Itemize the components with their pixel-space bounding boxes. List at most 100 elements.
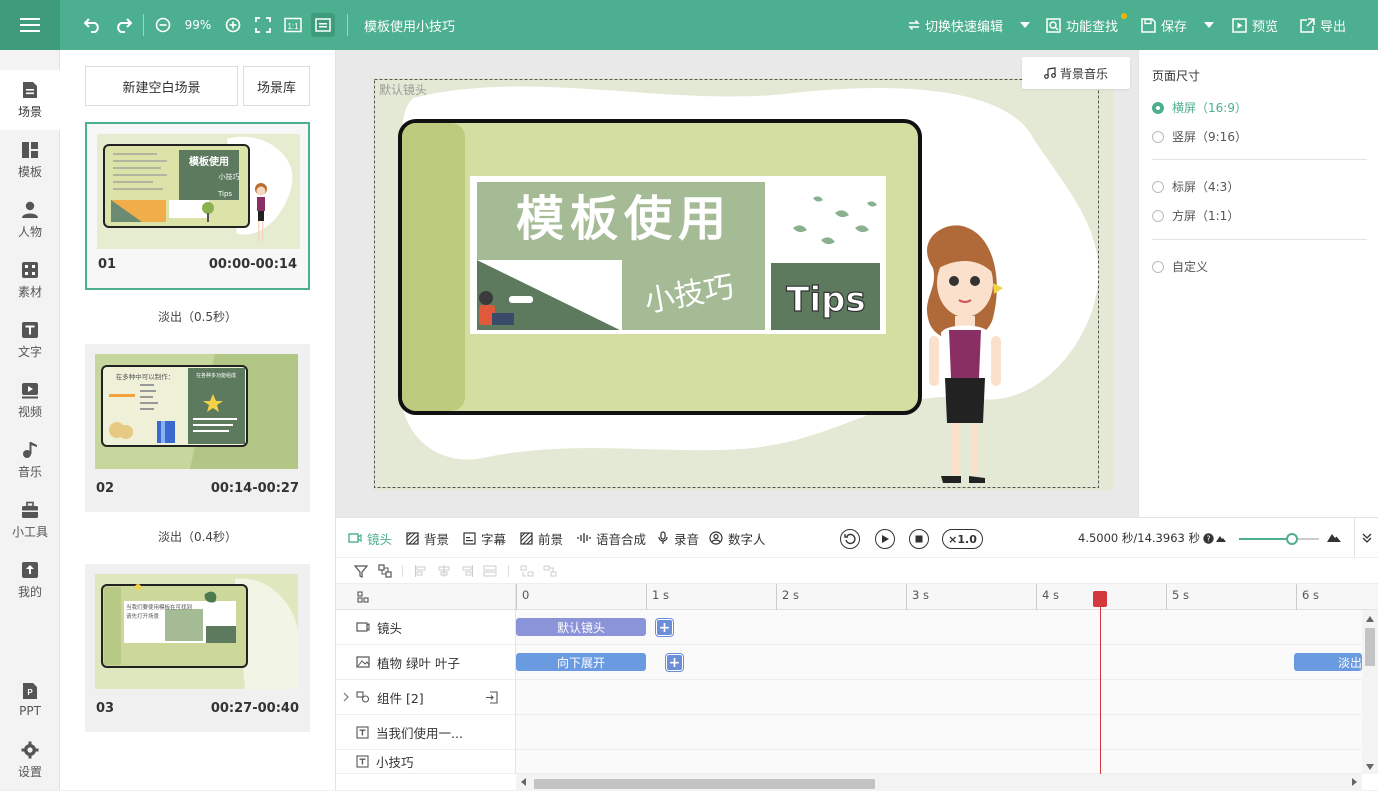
nav-settings[interactable]: 设置	[0, 730, 60, 790]
quick-edit-button[interactable]: 切换快速编辑	[908, 0, 1003, 50]
radio-button[interactable]	[1152, 101, 1164, 114]
chevron-right-icon[interactable]	[342, 692, 350, 702]
align-left-icon[interactable]	[414, 564, 428, 578]
tool-record[interactable]: 录音	[657, 518, 699, 558]
help-icon[interactable]: ?	[1203, 532, 1214, 544]
undo-button[interactable]	[82, 0, 104, 50]
align-center-icon[interactable]	[437, 564, 451, 578]
save-button[interactable]: 保存	[1141, 0, 1187, 50]
tool-digital-human[interactable]: 数字人	[709, 518, 766, 558]
new-blank-scene-button[interactable]: 新建空白场景	[85, 66, 238, 106]
feature-search-button[interactable]: 功能查找	[1046, 0, 1118, 50]
left-navigation: 场景 模板 人物 素材 文字 视频 音乐 小工具 我的 P PPT 设置	[0, 50, 60, 790]
playhead-line[interactable]	[1100, 595, 1101, 777]
radio-button[interactable]	[1152, 209, 1164, 222]
time-ruler[interactable]: 0 1 s 2 s 3 s 4 s 5 s 6 s	[516, 584, 1378, 610]
radio-button[interactable]	[1152, 180, 1164, 193]
merge-icon[interactable]	[543, 564, 557, 578]
nav-toolbox[interactable]: 小工具	[0, 490, 60, 550]
page-size-4-3[interactable]: 标屏（4:3）	[1152, 178, 1239, 195]
play-button[interactable]	[875, 529, 895, 549]
quick-edit-dropdown[interactable]	[1019, 0, 1031, 50]
vertical-scrollbar[interactable]	[1362, 610, 1378, 774]
animation-clip-out[interactable]: 淡出	[1294, 653, 1362, 671]
tool-camera[interactable]: 镜头	[348, 518, 392, 558]
export-button[interactable]: 导出	[1300, 0, 1346, 50]
playhead-handle[interactable]	[1093, 591, 1107, 607]
redo-button[interactable]	[112, 0, 134, 50]
nav-mine[interactable]: 我的	[0, 550, 60, 610]
zoom-out-button[interactable]	[153, 0, 173, 50]
animation-clip-in[interactable]: 向下展开	[516, 653, 646, 671]
tool-foreground[interactable]: 前景	[520, 518, 563, 558]
add-clip-button[interactable]: +	[656, 619, 673, 636]
timeline-zoom-slider[interactable]	[1286, 533, 1298, 545]
track-camera[interactable]: 镜头	[336, 610, 516, 645]
filter-icon[interactable]	[354, 564, 368, 578]
scene-card-1[interactable]: 模板使用 小技巧 Tips 01 00:00-00:14	[85, 122, 310, 290]
zoom-in-mountain-icon[interactable]	[1327, 532, 1341, 542]
scene-panel: 新建空白场景 场景库 模板使用 小技巧 Tips 01 00:00-00:14 …	[60, 50, 336, 790]
nav-template[interactable]: 模板	[0, 130, 60, 190]
fullscreen-button[interactable]	[253, 0, 273, 50]
track-row-plant[interactable]: 向下展开 + 淡出	[516, 645, 1362, 680]
scene-card-2[interactable]: 在多种中可以制作： 在各种多功能组成 02 00:14-00:27	[85, 344, 310, 512]
stop-button[interactable]	[909, 529, 929, 549]
tool-background[interactable]: 背景	[406, 518, 449, 558]
horizontal-scroll-thumb[interactable]	[534, 779, 875, 789]
vertical-scroll-thumb[interactable]	[1365, 628, 1375, 666]
playback-speed-button[interactable]: ×1.0	[942, 529, 983, 549]
zoom-out-mountain-icon[interactable]	[1216, 534, 1226, 542]
nav-video[interactable]: 视频	[0, 370, 60, 430]
zoom-in-button[interactable]	[223, 0, 243, 50]
track-text-2[interactable]: 小技巧	[336, 750, 516, 774]
page-size-custom[interactable]: 自定义	[1152, 258, 1208, 275]
nav-material[interactable]: 素材	[0, 250, 60, 310]
scene-transition[interactable]: 淡出（0.5秒）	[85, 308, 310, 325]
split-icon[interactable]	[520, 564, 534, 578]
save-dropdown[interactable]	[1203, 0, 1215, 50]
horizontal-scrollbar[interactable]	[516, 774, 1362, 791]
preview-button[interactable]: 预览	[1232, 0, 1278, 50]
tool-voice-synthesis[interactable]: 语音合成	[577, 518, 646, 558]
track-plant[interactable]: 植物 绿叶 叶子	[336, 645, 516, 680]
scroll-down-icon[interactable]	[1366, 764, 1374, 770]
scroll-left-icon[interactable]	[521, 778, 527, 786]
page-size-9-16[interactable]: 竖屏（9:16）	[1152, 128, 1247, 145]
page-size-16-9[interactable]: 横屏（16:9）	[1152, 99, 1247, 116]
track-text-1[interactable]: 当我们使用一...	[336, 715, 516, 750]
subtitle-mode-button[interactable]	[311, 13, 335, 37]
scroll-right-icon[interactable]	[1351, 778, 1357, 786]
page-size-1-1[interactable]: 方屏（1:1）	[1152, 207, 1239, 224]
nav-music[interactable]: 音乐	[0, 430, 60, 490]
track-row-group[interactable]	[516, 680, 1362, 715]
scene-library-button[interactable]: 场景库	[243, 66, 310, 106]
background-music-button[interactable]: 背景音乐	[1022, 57, 1130, 89]
scroll-up-icon[interactable]	[1366, 616, 1374, 622]
track-row-camera[interactable]: 默认镜头 +	[516, 610, 1362, 645]
group-icon[interactable]	[378, 564, 392, 578]
collapse-icon[interactable]	[1361, 532, 1373, 544]
nav-text[interactable]: 文字	[0, 310, 60, 370]
menu-button[interactable]	[0, 0, 60, 50]
track-row-text-1[interactable]	[516, 715, 1362, 750]
layers-icon[interactable]	[357, 591, 369, 603]
redo-icon	[117, 18, 132, 33]
scene-transition[interactable]: 淡出（0.4秒）	[85, 528, 310, 545]
radio-button[interactable]	[1152, 260, 1164, 273]
ungroup-icon[interactable]	[485, 691, 498, 704]
distribute-icon[interactable]	[483, 564, 497, 578]
nav-scene[interactable]: 场景	[0, 70, 60, 130]
add-clip-button[interactable]: +	[666, 654, 683, 671]
camera-clip[interactable]: 默认镜头	[516, 618, 646, 636]
track-group[interactable]: 组件 [2]	[336, 680, 516, 715]
track-row-text-2[interactable]	[516, 750, 1362, 774]
nav-ppt[interactable]: P PPT	[0, 670, 60, 730]
radio-button[interactable]	[1152, 130, 1164, 143]
actual-size-button[interactable]: 1:1	[283, 0, 303, 50]
nav-person[interactable]: 人物	[0, 190, 60, 250]
align-right-icon[interactable]	[460, 564, 474, 578]
scene-card-3[interactable]: 当我们要使用模板在可找到 请先打开场景 03 00:27-00:40	[85, 564, 310, 732]
tool-subtitle[interactable]: 字幕	[463, 518, 506, 558]
rewind-button[interactable]	[840, 529, 860, 549]
